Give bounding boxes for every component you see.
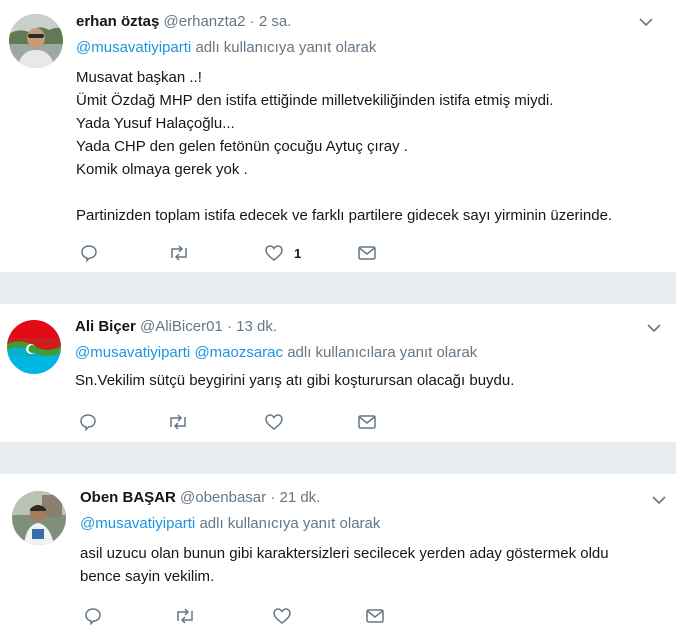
mention-link[interactable]: @musavatiyiparti [80, 515, 195, 532]
tweet-card[interactable]: Ali Biçer @AliBicer01 · 13 dk. @musavati… [0, 304, 676, 442]
tweet-text: Sn.Vekilim sütçü beygirini yarış atı gib… [75, 369, 666, 392]
tweet-actions: 1 [80, 243, 400, 263]
tweet-card[interactable]: erhan öztaş @erhanzta2 · 2 sa. @musavati… [0, 0, 676, 272]
avatar[interactable] [12, 491, 66, 545]
user-handle[interactable]: @erhanzta2 [164, 13, 246, 30]
message-button[interactable] [365, 606, 385, 626]
reply-context: @musavatiyiparti @maozsarac adlı kullanı… [75, 343, 666, 363]
mention-link[interactable]: @musavatiyiparti [76, 39, 191, 56]
tweet-actions [84, 606, 404, 626]
display-name[interactable]: erhan öztaş [76, 13, 159, 30]
like-button[interactable]: 1 [264, 243, 301, 263]
reply-context: @musavatiyiparti adlı kullanıcıya yanıt … [80, 514, 666, 534]
tweet-text-line: bence sayin vekilim. [80, 568, 215, 585]
tweet-text-line: Sn.Vekilim sütçü beygirini yarış atı gib… [75, 372, 515, 389]
user-handle[interactable]: @obenbasar [180, 489, 266, 506]
reply-icon [85, 608, 101, 625]
avatar[interactable] [7, 320, 61, 374]
like-icon [265, 245, 283, 261]
avatar[interactable] [9, 14, 63, 68]
tweet-text-line: Partinizden toplam istifa edecek ve fark… [76, 207, 613, 224]
message-button[interactable] [357, 243, 377, 263]
user-handle[interactable]: @AliBicer01 [140, 318, 223, 335]
like-count: 1 [294, 245, 302, 261]
separator: · [270, 489, 276, 506]
like-icon [273, 608, 291, 624]
paragraph-break [76, 181, 666, 204]
reply-button[interactable] [80, 243, 98, 263]
tweet-header: Ali Biçer @AliBicer01 · 13 dk. [75, 317, 666, 337]
mention-link[interactable]: @maozsarac [194, 344, 283, 361]
retweet-icon [177, 608, 193, 624]
retweet-icon [170, 414, 186, 430]
message-icon [366, 609, 384, 623]
message-button[interactable] [357, 412, 377, 432]
tweet-header: erhan öztaş @erhanzta2 · 2 sa. [76, 12, 666, 32]
chevron-down-icon[interactable] [646, 320, 662, 336]
reply-context-text: adlı kullanıcılara yanıt olarak [287, 344, 478, 361]
tweet-header: Oben BAŞAR @obenbasar · 21 dk. [80, 488, 666, 508]
tweet-text-line: Yada CHP den gelen fetönün çocuğu Aytuç … [76, 138, 408, 155]
display-name[interactable]: Ali Biçer [75, 318, 136, 335]
tweet-text-line: Ümit Özdağ MHP den istifa ettiğinde mill… [76, 92, 554, 109]
message-icon [358, 246, 376, 260]
tweet-text-line: Musavat başkan ..! [76, 69, 202, 86]
tweet-text-line: Yada Yusuf Halaçoğlu... [76, 115, 235, 132]
message-icon [358, 415, 376, 429]
reply-icon [80, 414, 96, 431]
retweet-button[interactable] [174, 606, 196, 626]
timestamp[interactable]: 13 dk. [236, 318, 277, 335]
like-button[interactable] [272, 606, 292, 626]
tweet-actions [79, 412, 399, 432]
timestamp[interactable]: 2 sa. [259, 13, 292, 30]
like-button[interactable] [264, 412, 284, 432]
timestamp[interactable]: 21 dk. [279, 489, 320, 506]
tweet-text: asil uzucu olan bunun gibi karaktersizle… [80, 542, 666, 588]
tweet-text: Musavat başkan ..! Ümit Özdağ MHP den is… [76, 66, 666, 227]
tweet-text-line: Komik olmaya gerek yok . [76, 161, 248, 178]
reply-context: @musavatiyiparti adlı kullanıcıya yanıt … [76, 38, 666, 58]
display-name[interactable]: Oben BAŞAR [80, 489, 176, 506]
retweet-icon [171, 245, 187, 261]
reply-context-text: adlı kullanıcıya yanıt olarak [199, 515, 381, 532]
reply-button[interactable] [79, 412, 97, 432]
reply-icon [81, 245, 97, 262]
chevron-down-icon[interactable] [651, 492, 667, 508]
reply-button[interactable] [84, 606, 102, 626]
like-icon [265, 414, 283, 430]
retweet-button[interactable] [167, 412, 189, 432]
tweet-card[interactable]: Oben BAŞAR @obenbasar · 21 dk. @musavati… [0, 474, 676, 636]
separator: · [226, 318, 232, 335]
mention-link[interactable]: @musavatiyiparti [75, 344, 190, 361]
chevron-down-icon[interactable] [638, 14, 654, 30]
reply-context-text: adlı kullanıcıya yanıt olarak [195, 39, 377, 56]
retweet-button[interactable] [168, 243, 190, 263]
separator: · [249, 13, 255, 30]
tweet-text-line: asil uzucu olan bunun gibi karaktersizle… [80, 545, 609, 562]
